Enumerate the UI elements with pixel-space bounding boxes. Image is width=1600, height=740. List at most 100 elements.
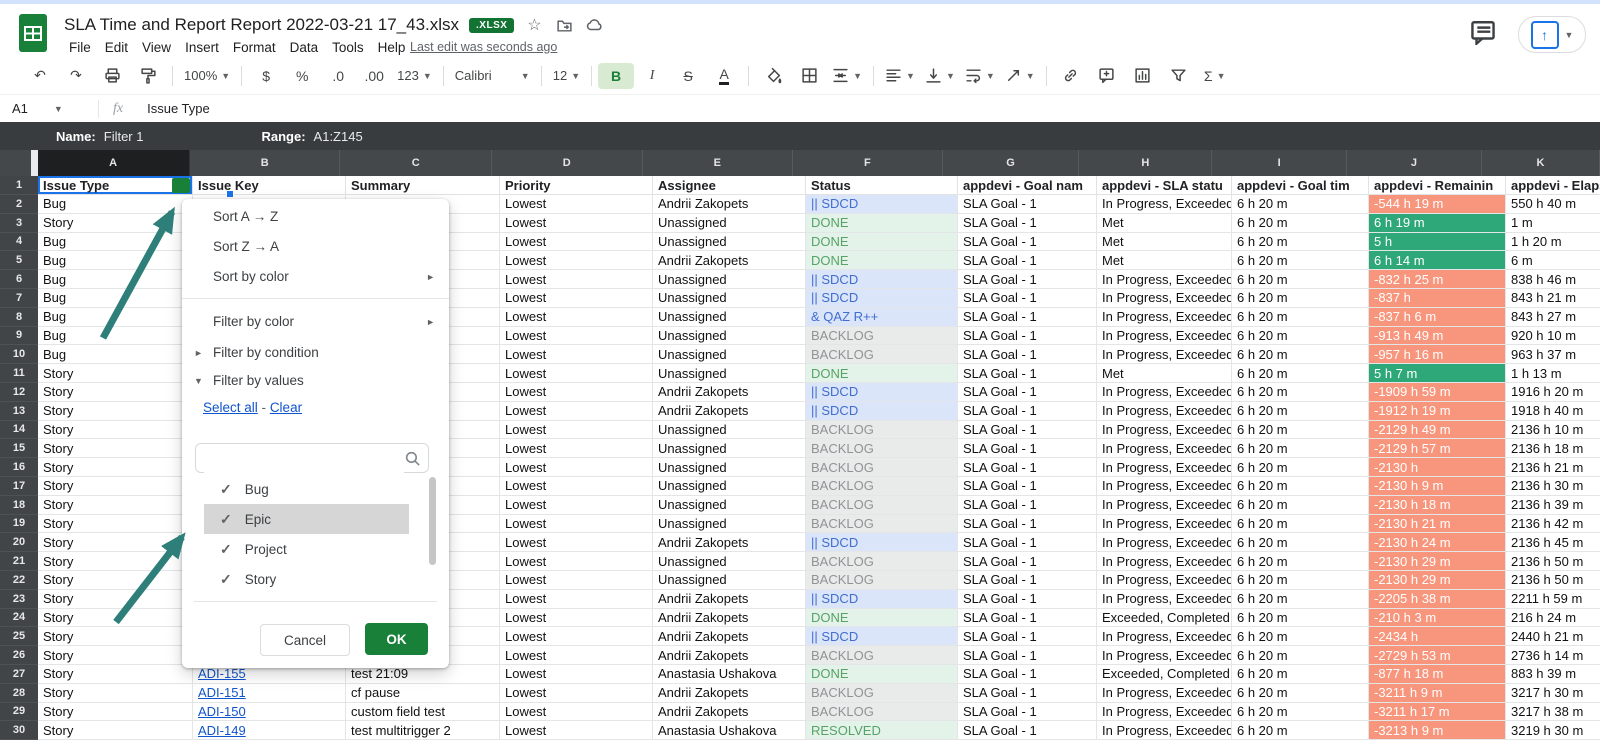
cell-A16[interactable]: Story — [38, 458, 193, 477]
cell-E30[interactable]: Anastasia Ushakova — [653, 721, 806, 740]
cell-J29[interactable]: -3211 h 17 m — [1369, 703, 1506, 722]
cell-E4[interactable]: Unassigned — [653, 233, 806, 252]
cell-G25[interactable]: SLA Goal - 1 — [958, 627, 1097, 646]
cell-A22[interactable]: Story — [38, 571, 193, 590]
column-letter-B[interactable]: B — [190, 150, 341, 176]
menu-view[interactable]: View — [135, 39, 178, 56]
row-number-22[interactable]: 22 — [0, 571, 38, 590]
cell-F26[interactable]: BACKLOG — [806, 646, 958, 665]
cell-G29[interactable]: SLA Goal - 1 — [958, 703, 1097, 722]
filter-name-value[interactable]: Filter 1 — [104, 129, 144, 144]
cell-K16[interactable]: 2136 h 21 m — [1506, 458, 1600, 477]
cell-H26[interactable]: In Progress, Exceeded — [1097, 646, 1232, 665]
more-formats-button[interactable]: 123▼ — [392, 63, 437, 89]
cell-K27[interactable]: 883 h 39 m — [1506, 665, 1600, 684]
cell-J7[interactable]: -837 h — [1369, 289, 1506, 308]
cell-E16[interactable]: Unassigned — [653, 458, 806, 477]
cell-I29[interactable]: 6 h 20 m — [1232, 703, 1369, 722]
cell-H19[interactable]: In Progress, Exceeded — [1097, 515, 1232, 534]
cell-D26[interactable]: Lowest — [500, 646, 653, 665]
italic-button[interactable]: I — [634, 63, 670, 89]
row-number-8[interactable]: 8 — [0, 308, 38, 327]
cell-D28[interactable]: Lowest — [500, 684, 653, 703]
filter-funnel-icon[interactable] — [172, 178, 190, 193]
cell-D22[interactable]: Lowest — [500, 571, 653, 590]
cell-F24[interactable]: DONE — [806, 609, 958, 628]
cell-J14[interactable]: -2129 h 49 m — [1369, 421, 1506, 440]
cell-G14[interactable]: SLA Goal - 1 — [958, 421, 1097, 440]
menu-item-sort-az[interactable]: Sort A → Z — [182, 202, 449, 232]
cell-H4[interactable]: Met — [1097, 233, 1232, 252]
row-number-29[interactable]: 29 — [0, 703, 38, 722]
cell-F25[interactable]: || SDCD — [806, 627, 958, 646]
cell-I3[interactable]: 6 h 20 m — [1232, 214, 1369, 233]
cell-H10[interactable]: In Progress, Exceeded — [1097, 345, 1232, 364]
create-filter-icon[interactable] — [1161, 63, 1197, 89]
cell-I20[interactable]: 6 h 20 m — [1232, 533, 1369, 552]
cell-F9[interactable]: BACKLOG — [806, 327, 958, 346]
cell-A8[interactable]: Bug — [38, 308, 193, 327]
filter-funnel-icon[interactable] — [789, 179, 802, 194]
cell-G20[interactable]: SLA Goal - 1 — [958, 533, 1097, 552]
cell-K24[interactable]: 216 h 24 m — [1506, 609, 1600, 628]
cell-D20[interactable]: Lowest — [500, 533, 653, 552]
cell-D12[interactable]: Lowest — [500, 383, 653, 402]
cell-F28[interactable]: BACKLOG — [806, 684, 958, 703]
cell-D7[interactable]: Lowest — [500, 289, 653, 308]
cell-H15[interactable]: In Progress, Exceeded — [1097, 439, 1232, 458]
cell-K25[interactable]: 2440 h 21 m — [1506, 627, 1600, 646]
header-cell-E[interactable]: Assignee — [653, 176, 806, 195]
filter-funnel-icon[interactable] — [1489, 179, 1502, 194]
cell-K19[interactable]: 2136 h 42 m — [1506, 515, 1600, 534]
paint-format-icon[interactable] — [130, 63, 166, 89]
column-letter-I[interactable]: I — [1212, 150, 1347, 176]
fill-handle[interactable] — [226, 190, 234, 198]
cell-H23[interactable]: In Progress, Exceeded — [1097, 590, 1232, 609]
cell-H24[interactable]: Exceeded, Completed — [1097, 609, 1232, 628]
cell-H13[interactable]: In Progress, Exceeded — [1097, 402, 1232, 421]
cell-E9[interactable]: Unassigned — [653, 327, 806, 346]
move-folder-icon[interactable] — [554, 15, 574, 35]
menu-edit[interactable]: Edit — [98, 39, 135, 56]
cell-K11[interactable]: 1 h 13 m — [1506, 364, 1600, 383]
cell-E11[interactable]: Unassigned — [653, 364, 806, 383]
cell-J3[interactable]: 6 h 19 m — [1369, 214, 1506, 233]
cell-I25[interactable]: 6 h 20 m — [1232, 627, 1369, 646]
cell-D4[interactable]: Lowest — [500, 233, 653, 252]
ok-button[interactable]: OK — [365, 623, 428, 655]
cell-E2[interactable]: Andrii Zakopets — [653, 195, 806, 214]
undo-icon[interactable]: ↶ — [22, 63, 58, 89]
bold-button[interactable]: B — [598, 63, 634, 89]
menu-tools[interactable]: Tools — [325, 39, 371, 56]
cell-G2[interactable]: SLA Goal - 1 — [958, 195, 1097, 214]
cell-F12[interactable]: || SDCD — [806, 383, 958, 402]
cell-I13[interactable]: 6 h 20 m — [1232, 402, 1369, 421]
row-number-16[interactable]: 16 — [0, 458, 38, 477]
cell-F23[interactable]: || SDCD — [806, 590, 958, 609]
cell-I9[interactable]: 6 h 20 m — [1232, 327, 1369, 346]
row-number-4[interactable]: 4 — [0, 233, 38, 252]
cell-G18[interactable]: SLA Goal - 1 — [958, 496, 1097, 515]
cell-G17[interactable]: SLA Goal - 1 — [958, 477, 1097, 496]
cell-J12[interactable]: -1909 h 59 m — [1369, 383, 1506, 402]
row-number-15[interactable]: 15 — [0, 439, 38, 458]
cell-E26[interactable]: Andrii Zakopets — [653, 646, 806, 665]
cell-H18[interactable]: In Progress, Exceeded — [1097, 496, 1232, 515]
cell-F8[interactable]: & QAZ R++ — [806, 308, 958, 327]
cell-A11[interactable]: Story — [38, 364, 193, 383]
menu-item-sort-za[interactable]: Sort Z → A — [182, 232, 449, 262]
cell-H8[interactable]: In Progress, Exceeded — [1097, 308, 1232, 327]
header-cell-A[interactable]: Issue Type — [38, 176, 193, 195]
header-cell-J[interactable]: appdevi - Remainin — [1369, 176, 1506, 195]
cell-F3[interactable]: DONE — [806, 214, 958, 233]
cell-G15[interactable]: SLA Goal - 1 — [958, 439, 1097, 458]
cell-E6[interactable]: Unassigned — [653, 270, 806, 289]
name-box[interactable]: A1 ▼ — [0, 101, 98, 116]
menu-insert[interactable]: Insert — [178, 39, 226, 56]
filter-range-value[interactable]: A1:Z145 — [314, 129, 363, 144]
format-currency-button[interactable]: $ — [248, 63, 284, 89]
cell-I21[interactable]: 6 h 20 m — [1232, 552, 1369, 571]
cell-A4[interactable]: Bug — [38, 233, 193, 252]
filter-funnel-icon[interactable] — [483, 179, 496, 194]
filter-funnel-icon[interactable] — [1215, 179, 1228, 194]
